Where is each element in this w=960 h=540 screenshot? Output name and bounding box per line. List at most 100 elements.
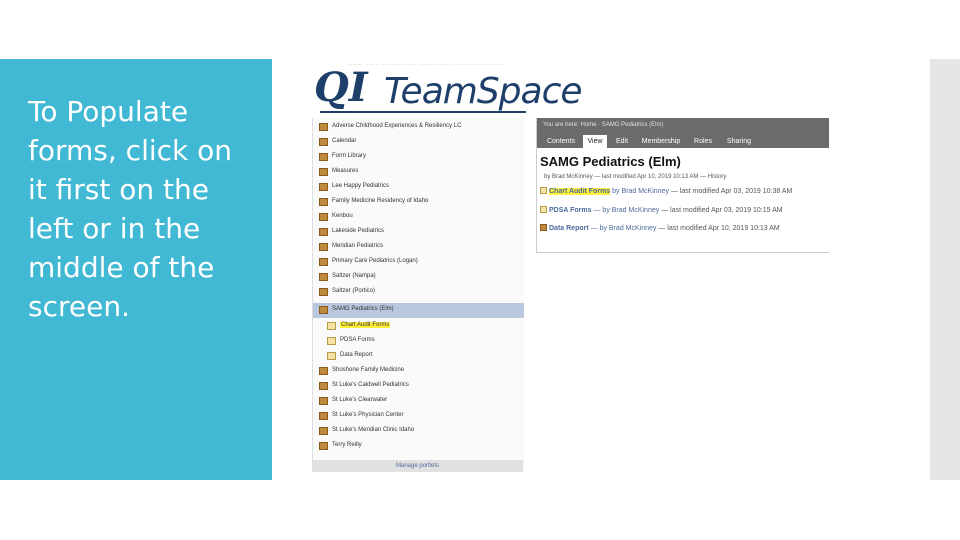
row-author[interactable]: — by Brad McKinney bbox=[591, 225, 657, 232]
sidebar-item-label: St Luke's Meridian Clinic Idaho bbox=[332, 427, 415, 433]
sidebar-item-pdsa-forms[interactable]: PDSA Forms bbox=[313, 334, 524, 349]
logo-tagline: ——— ——— ——————— ——————— ——— —————— bbox=[348, 61, 504, 66]
sidebar-item-st-lukes-physician[interactable]: St Luke's Physician Center bbox=[313, 409, 524, 424]
sidebar-item-label: SAMG Pediatrics (Elm) bbox=[332, 306, 394, 312]
tab-roles[interactable]: Roles bbox=[689, 135, 717, 148]
tab-membership[interactable]: Membership bbox=[637, 135, 685, 148]
slide-instruction-text: To Populate forms, click on it first on … bbox=[28, 95, 233, 323]
sidebar-item-label: St Luke's Caldwell Pediatrics bbox=[332, 382, 409, 388]
pdsa-forms-link[interactable]: PDSA Forms bbox=[549, 207, 592, 214]
folder-icon bbox=[319, 442, 328, 450]
content-row-data-report: Data Report — by Brad McKinney — last mo… bbox=[540, 224, 780, 232]
sidebar-item-label: St Luke's Clearwater bbox=[332, 397, 388, 403]
sidebar-item-calendar[interactable]: Calendar bbox=[313, 135, 524, 150]
folder-icon bbox=[319, 412, 328, 420]
tab-sharing[interactable]: Sharing bbox=[721, 135, 757, 148]
form-icon bbox=[327, 337, 336, 345]
sidebar-item-lee-happy[interactable]: Lee Happy Pediatrics bbox=[313, 180, 524, 195]
folder-icon bbox=[319, 367, 328, 375]
folder-icon bbox=[319, 213, 328, 221]
sidebar-item-label: Terry Reilly bbox=[332, 442, 362, 448]
sidebar-item-label: Meridian Pediatrics bbox=[332, 243, 384, 249]
content-area: You are here: Home · SAMG Pediatrics (El… bbox=[536, 118, 829, 253]
sidebar-item-label: Saltzer (Nampa) bbox=[332, 273, 376, 279]
sidebar-item-primary-care[interactable]: Primary Care Pediatrics (Logan) bbox=[313, 255, 524, 270]
sidebar-item-fmri[interactable]: Family Medicine Residency of Idaho bbox=[313, 195, 524, 210]
logo-qi-mark: QI bbox=[314, 64, 368, 111]
form-icon bbox=[327, 322, 336, 330]
tab-contents[interactable]: Contents bbox=[543, 135, 579, 148]
sidebar-item-label: Lee Happy Pediatrics bbox=[332, 183, 390, 189]
page-byline: by Brad McKinney — last modified Apr 10,… bbox=[544, 174, 727, 180]
folder-icon bbox=[319, 183, 328, 191]
tab-bar: Contents View Edit Membership Roles Shar… bbox=[543, 135, 829, 148]
sidebar-item-label: Form Library bbox=[332, 153, 367, 159]
row-author[interactable]: by Brad McKinney bbox=[612, 188, 669, 195]
sidebar-item-label: Measures bbox=[332, 168, 359, 174]
sidebar-item-st-lukes-meridian[interactable]: St Luke's Meridian Clinic Idaho bbox=[313, 424, 524, 439]
sidebar-item-label: Shoshone Family Medicine bbox=[332, 367, 405, 373]
sidebar-item-lakeside[interactable]: Lakeside Pediatrics bbox=[313, 225, 524, 240]
form-icon bbox=[540, 187, 547, 194]
folder-icon bbox=[319, 123, 328, 131]
folder-icon bbox=[319, 397, 328, 405]
logo-bar: ——— ——— ——————— ——————— ——— —————— QI Te… bbox=[308, 60, 828, 120]
sidebar-item-form-library[interactable]: Form Library bbox=[313, 150, 524, 165]
teamspace-screenshot: ——— ——— ——————— ——————— ——— —————— QI Te… bbox=[308, 60, 829, 472]
row-modified: — last modified Apr 10, 2019 10:13 AM bbox=[658, 225, 780, 232]
right-edge-strip bbox=[930, 59, 960, 480]
sidebar-item-label: Data Report bbox=[340, 352, 373, 358]
folder-icon bbox=[319, 306, 328, 314]
form-icon bbox=[540, 206, 547, 213]
sidebar-item-samg-elm[interactable]: SAMG Pediatrics (Elm) bbox=[313, 303, 524, 318]
sidebar-item-label: Primary Care Pediatrics (Logan) bbox=[332, 258, 418, 264]
folder-icon bbox=[319, 273, 328, 281]
sidebar-item-saltzer-nampa[interactable]: Saltzer (Nampa) bbox=[313, 270, 524, 285]
sidebar-item-ace-resiliency[interactable]: Adverse Childhood Experiences & Resilien… bbox=[313, 120, 524, 135]
sidebar-item-label: Lakeside Pediatrics bbox=[332, 228, 385, 234]
manage-portlets-link[interactable]: Manage portlets bbox=[312, 460, 523, 472]
tab-edit[interactable]: Edit bbox=[611, 135, 633, 148]
sidebar-item-label: Adverse Childhood Experiences & Resilien… bbox=[332, 123, 462, 129]
folder-icon bbox=[319, 243, 328, 251]
tab-view[interactable]: View bbox=[583, 135, 607, 148]
document-icon bbox=[540, 224, 547, 231]
sidebar-item-shoshone[interactable]: Shoshone Family Medicine bbox=[313, 364, 524, 379]
document-icon bbox=[327, 352, 336, 360]
sidebar-item-st-lukes-caldwell[interactable]: St Luke's Caldwell Pediatrics bbox=[313, 379, 524, 394]
sidebar-item-terry-reilly[interactable]: Terry Reilly bbox=[313, 439, 524, 454]
sidebar-item-label: PDSA Forms bbox=[340, 337, 375, 343]
sidebar-item-label: St Luke's Physician Center bbox=[332, 412, 404, 418]
sidebar-item-meridian[interactable]: Meridian Pediatrics bbox=[313, 240, 524, 255]
chart-audit-forms-link[interactable]: Chart Audit Forms bbox=[549, 188, 611, 195]
folder-icon bbox=[319, 228, 328, 236]
folder-icon bbox=[319, 427, 328, 435]
sidebar-item-label: Saltzer (Portico) bbox=[332, 288, 376, 294]
sidebar-item-label: Chart Audit Forms bbox=[340, 322, 391, 328]
breadcrumb: You are here: Home · SAMG Pediatrics (El… bbox=[543, 122, 664, 128]
row-modified: — last modified Apr 03, 2019 10:15 AM bbox=[661, 207, 783, 214]
sidebar-item-chart-audit-forms[interactable]: Chart Audit Forms bbox=[313, 319, 524, 334]
sidebar-item-saltzer-portico[interactable]: Saltzer (Portico) bbox=[313, 285, 524, 300]
folder-icon bbox=[319, 382, 328, 390]
folder-icon bbox=[319, 198, 328, 206]
sidebar-item-label: Calendar bbox=[332, 138, 357, 144]
data-report-link[interactable]: Data Report bbox=[549, 225, 589, 232]
logo-underline bbox=[320, 111, 526, 113]
sidebar-nav: Adverse Childhood Experiences & Resilien… bbox=[312, 118, 524, 468]
library-icon bbox=[319, 153, 328, 161]
row-author[interactable]: — by Brad McKinney bbox=[593, 207, 659, 214]
sidebar-item-st-lukes-clearwater[interactable]: St Luke's Clearwater bbox=[313, 394, 524, 409]
content-row-chart-audit-forms: Chart Audit Forms by Brad McKinney — las… bbox=[540, 187, 792, 195]
sidebar-item-label: Family Medicine Residency of Idaho bbox=[332, 198, 429, 204]
sidebar-item-kenbou[interactable]: Kenbou bbox=[313, 210, 524, 225]
page-title: SAMG Pediatrics (Elm) bbox=[540, 154, 681, 169]
sidebar-item-measures[interactable]: Measures bbox=[313, 165, 524, 180]
sidebar-item-data-report[interactable]: Data Report bbox=[313, 349, 524, 364]
content-header: You are here: Home · SAMG Pediatrics (El… bbox=[537, 118, 829, 148]
folder-icon bbox=[319, 168, 328, 176]
row-modified: — last modified Apr 03, 2019 10:38 AM bbox=[670, 188, 793, 195]
sidebar-item-label: Kenbou bbox=[332, 213, 353, 219]
calendar-icon bbox=[319, 138, 328, 146]
folder-icon bbox=[319, 258, 328, 266]
